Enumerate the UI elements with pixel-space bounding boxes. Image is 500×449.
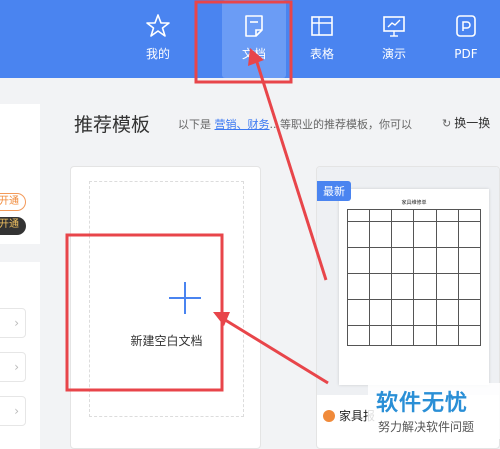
document-icon [245,15,263,37]
subtitle-prefix: 以下是 [178,118,211,131]
blank-card-dashed-area: 新建空白文档 [89,181,244,417]
new-blank-document-card[interactable]: 新建空白文档 [70,166,261,449]
nav-document[interactable]: 文档 [222,0,286,78]
template-preview: 家具维修单 [317,167,499,395]
pdf-icon [456,15,476,37]
top-nav-bar: 我的 文档 表格 演示 PDF [0,0,500,78]
list-item[interactable]: › [0,352,26,382]
new-badge: 最新 [317,181,351,201]
refresh-button[interactable]: ↻ 换一换 [442,114,490,131]
section-title: 推荐模板 [74,114,151,136]
doc-table [346,209,482,346]
doc-title: 家具维修单 [401,200,427,206]
nav-presentation[interactable]: 演示 [362,0,426,78]
nav-pdf[interactable]: PDF [434,0,498,78]
list-item[interactable]: › [0,308,26,338]
nav-presentation-label: 演示 [381,47,406,61]
nav-spreadsheet[interactable]: 表格 [290,0,354,78]
plus-icon [169,282,201,314]
chevron-right-icon: › [14,404,19,418]
star-icon [146,14,170,37]
nav-document-label: 文档 [241,47,266,61]
nav-pdf-label: PDF [454,47,478,61]
open-vip-badge[interactable]: 开通 [0,217,26,235]
table-icon [311,16,333,36]
nav-spreadsheet-label: 表格 [309,47,334,61]
refresh-icon: ↻ [442,117,452,130]
site-watermark: 软件无忧 努力解决软件问题 [368,383,500,439]
template-type-icon [323,410,335,422]
subtitle-suffix: ...等职业的推荐模板，你可以 [269,118,413,131]
watermark-subtitle: 努力解决软件问题 [378,420,475,434]
refresh-label: 换一换 [454,116,491,130]
chevron-right-icon: › [14,316,19,330]
left-shortcut-list: › › › [0,262,40,449]
list-item[interactable]: › [0,396,26,426]
new-blank-document-label: 新建空白文档 [130,334,203,348]
chevron-right-icon: › [14,360,19,374]
nav-mine-label: 我的 [145,47,170,61]
section-subtitle: 以下是 营销、财务...等职业的推荐模板，你可以 [178,116,412,132]
presentation-icon [383,16,405,37]
nav-mine[interactable]: 我的 [126,0,190,78]
watermark-title: 软件无忧 [376,391,469,416]
category-link[interactable]: 营销、财务 [215,118,270,131]
template-document-thumbnail: 家具维修单 [339,189,489,385]
open-membership-badge[interactable]: 开通 [0,193,26,211]
left-account-panel: 开通 开通 [0,104,40,244]
